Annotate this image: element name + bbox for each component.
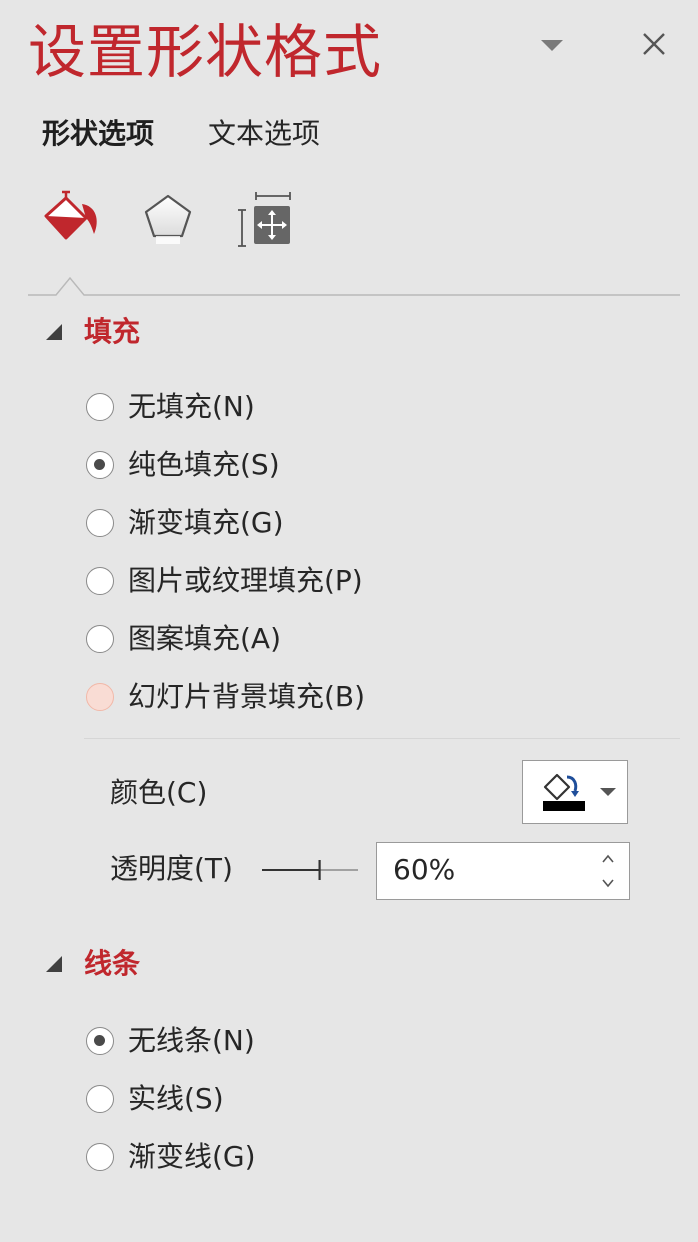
paint-bucket-icon bbox=[44, 190, 97, 240]
collapse-triangle-icon bbox=[46, 956, 62, 972]
section-divider bbox=[84, 738, 680, 739]
radio-label: 渐变填充(G) bbox=[128, 506, 284, 539]
radio-label: 图案填充(A) bbox=[128, 622, 282, 655]
radio-label: 图片或纹理填充(P) bbox=[128, 564, 363, 597]
radio-button[interactable] bbox=[86, 509, 114, 537]
tab-divider bbox=[28, 276, 680, 296]
transparency-slider[interactable] bbox=[260, 852, 360, 888]
radio-label: 实线(S) bbox=[128, 1082, 224, 1115]
radio-button[interactable] bbox=[86, 683, 114, 711]
size-properties-tab[interactable] bbox=[234, 190, 296, 250]
chevron-down-icon bbox=[600, 788, 616, 796]
radio-button[interactable] bbox=[86, 625, 114, 653]
pane-title: 设置形状格式 bbox=[28, 18, 383, 86]
chevron-down-icon bbox=[541, 40, 563, 51]
radio-label: 无线条(N) bbox=[128, 1024, 255, 1057]
close-button[interactable] bbox=[636, 26, 672, 62]
radio-button[interactable] bbox=[86, 1085, 114, 1113]
radio-button[interactable] bbox=[86, 567, 114, 595]
size-properties-icon bbox=[238, 192, 291, 247]
fill-line-tab[interactable] bbox=[42, 190, 104, 250]
transparency-input[interactable]: 60% bbox=[393, 849, 455, 891]
tab-text-options[interactable]: 文本选项 bbox=[208, 114, 320, 154]
effects-tab[interactable] bbox=[138, 190, 198, 250]
pane-options-menu-button[interactable] bbox=[536, 30, 568, 60]
radio-label: 纯色填充(S) bbox=[128, 448, 280, 481]
color-swatch bbox=[543, 801, 585, 811]
color-label: 颜色(C) bbox=[110, 776, 208, 809]
radio-button[interactable] bbox=[86, 393, 114, 421]
collapse-triangle-icon bbox=[46, 324, 62, 340]
tab-shape-options[interactable]: 形状选项 bbox=[42, 114, 154, 154]
radio-button[interactable] bbox=[86, 451, 114, 479]
spin-up-icon[interactable] bbox=[599, 851, 617, 867]
radio-label: 幻灯片背景填充(B) bbox=[128, 680, 366, 713]
spin-down-icon[interactable] bbox=[599, 875, 617, 891]
fill-section-title: 填充 bbox=[84, 315, 141, 348]
radio-label: 无填充(N) bbox=[128, 390, 255, 423]
radio-button[interactable] bbox=[86, 1027, 114, 1055]
pentagon-icon bbox=[144, 194, 192, 244]
fill-color-picker[interactable] bbox=[522, 760, 628, 824]
radio-button[interactable] bbox=[86, 1143, 114, 1171]
close-icon bbox=[643, 33, 665, 55]
transparency-spinbox[interactable]: 60% bbox=[376, 842, 630, 900]
line-section-title: 线条 bbox=[84, 947, 141, 980]
transparency-label: 透明度(T) bbox=[110, 852, 233, 885]
radio-label: 渐变线(G) bbox=[128, 1140, 256, 1173]
